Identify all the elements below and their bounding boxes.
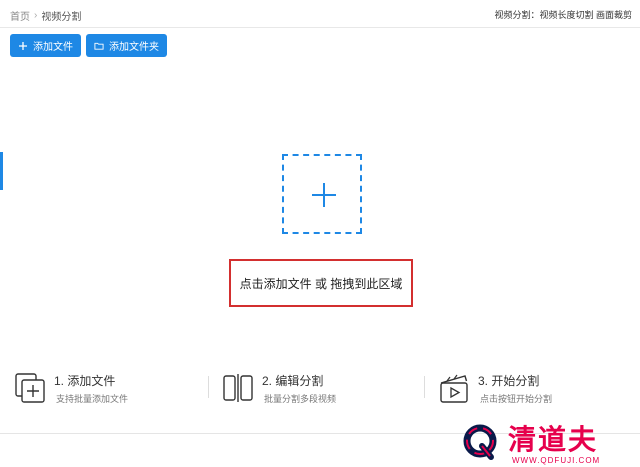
clapper-play-icon bbox=[438, 372, 470, 404]
breadcrumb-current: 视频分割 bbox=[41, 12, 82, 23]
plus-icon bbox=[18, 41, 28, 51]
steps-bar: 1. 添加文件 支持批量添加文件 2. 编辑分割 批量分割多段视频 3. 开始分… bbox=[0, 368, 640, 418]
top-bar: 首页 › 视频分割 视频分割：视频长度切割 画面裁剪 bbox=[0, 0, 640, 28]
folder-icon bbox=[94, 41, 104, 51]
drop-hint[interactable]: 点击添加文件 或 拖拽到此区域 bbox=[240, 275, 403, 292]
split-icon bbox=[222, 372, 254, 404]
watermark: 清道夫 WWW.QDFUJI.COM bbox=[452, 418, 640, 467]
add-folder-button[interactable]: 添加文件夹 bbox=[86, 34, 167, 57]
add-files-icon bbox=[14, 372, 46, 404]
toolbar: 添加文件 添加文件夹 bbox=[10, 34, 167, 57]
breadcrumb-home[interactable]: 首页 bbox=[10, 8, 30, 23]
add-file-label: 添加文件 bbox=[33, 42, 73, 53]
watermark-logo-icon bbox=[460, 422, 500, 462]
breadcrumb: 首页 › 视频分割 bbox=[10, 8, 81, 23]
step-description: 批量分割多段视频 bbox=[264, 394, 337, 404]
add-folder-label: 添加文件夹 bbox=[109, 42, 159, 53]
step-description: 支持批量添加文件 bbox=[56, 394, 129, 404]
breadcrumb-separator: › bbox=[34, 10, 38, 21]
drop-hint-highlight: 点击添加文件 或 拖拽到此区域 bbox=[229, 259, 413, 307]
step-title: 2. 编辑分割 bbox=[262, 374, 324, 388]
step-description: 点击按钮开始分割 bbox=[480, 394, 553, 404]
step-title: 3. 开始分割 bbox=[478, 374, 540, 388]
watermark-name: 清道夫 bbox=[508, 423, 599, 456]
add-file-button[interactable]: 添加文件 bbox=[10, 34, 81, 57]
divider bbox=[424, 376, 425, 398]
left-edge-accent bbox=[0, 152, 3, 190]
divider bbox=[208, 376, 209, 398]
drop-zone[interactable] bbox=[282, 154, 362, 234]
header-info: 视频分割：视频长度切割 画面裁剪 bbox=[494, 10, 632, 20]
step-title: 1. 添加文件 bbox=[54, 374, 116, 388]
watermark-url: WWW.QDFUJI.COM bbox=[512, 456, 601, 465]
